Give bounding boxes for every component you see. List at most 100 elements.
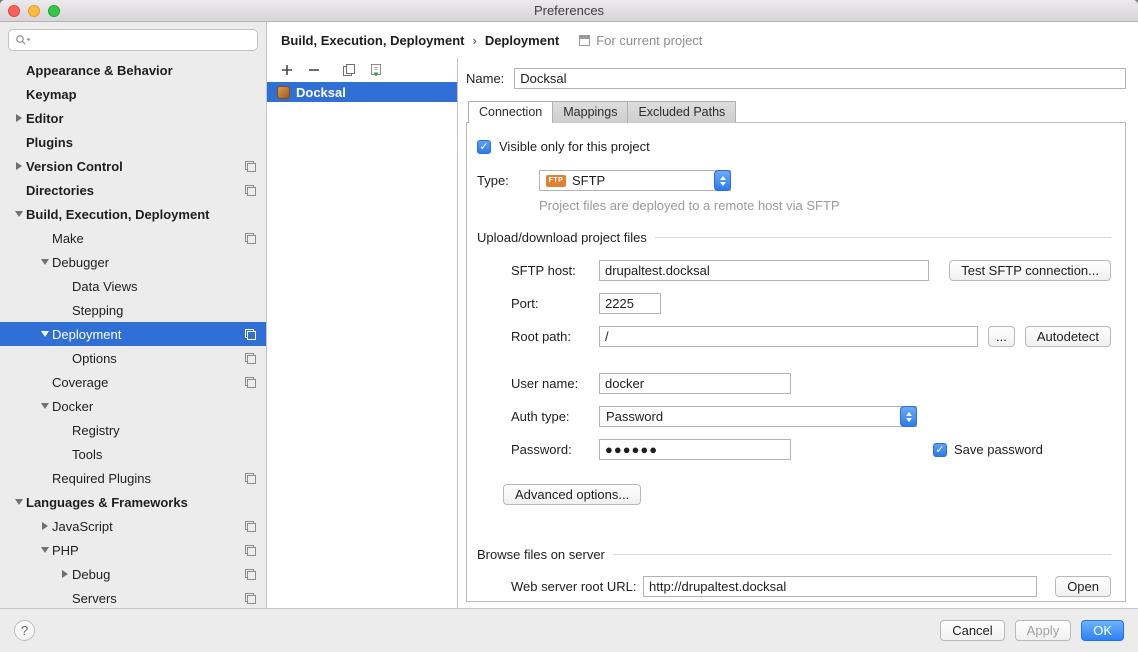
sync-server-button[interactable] <box>368 62 384 78</box>
help-button[interactable]: ? <box>14 620 35 641</box>
port-label: Port: <box>511 296 589 311</box>
password-label: Password: <box>511 442 589 457</box>
save-password-label[interactable]: Save password <box>954 442 1043 457</box>
sidebar-item-php[interactable]: PHP <box>0 538 266 562</box>
sidebar-item-languages-frameworks[interactable]: Languages & Frameworks <box>0 490 266 514</box>
sidebar-item-directories[interactable]: Directories <box>0 178 266 202</box>
type-label: Type: <box>477 173 529 188</box>
close-window-button[interactable] <box>8 5 20 17</box>
window-title: Preferences <box>534 3 604 18</box>
sftp-host-field[interactable] <box>599 260 929 281</box>
zoom-window-button[interactable] <box>48 5 60 17</box>
sidebar-item-version-control[interactable]: Version Control <box>0 154 266 178</box>
breadcrumb-separator: › <box>472 33 476 48</box>
type-select-value: SFTP <box>572 173 708 188</box>
sidebar-item-debug[interactable]: Debug <box>0 562 266 586</box>
upload-section-title: Upload/download project files <box>477 230 647 245</box>
server-list: Docksal <box>267 82 457 608</box>
sidebar-item-deployment[interactable]: Deployment <box>0 322 266 346</box>
chevron-down-icon[interactable] <box>38 547 52 553</box>
chevron-right-icon[interactable] <box>58 570 72 578</box>
sidebar-item-plugins[interactable]: Plugins <box>0 130 266 154</box>
server-name: Docksal <box>296 85 346 100</box>
sidebar-item-keymap[interactable]: Keymap <box>0 82 266 106</box>
tab-mappings[interactable]: Mappings <box>552 101 628 123</box>
docksal-icon <box>277 86 290 99</box>
web-server-root-field[interactable] <box>643 576 1037 597</box>
shared-settings-icon <box>245 521 256 532</box>
visible-project-label[interactable]: Visible only for this project <box>499 139 650 154</box>
chevron-right-icon[interactable] <box>12 162 26 170</box>
chevron-down-icon[interactable] <box>38 403 52 409</box>
cancel-button[interactable]: Cancel <box>940 620 1004 641</box>
test-sftp-connection-button[interactable]: Test SFTP connection... <box>949 260 1111 281</box>
minus-icon <box>307 63 321 77</box>
sidebar-item-stepping[interactable]: Stepping <box>0 298 266 322</box>
chevron-down-icon[interactable] <box>12 211 26 217</box>
password-field[interactable] <box>599 439 791 460</box>
tab-connection[interactable]: Connection <box>468 101 553 123</box>
save-password-checkbox[interactable]: ✓ <box>933 443 947 457</box>
add-server-button[interactable] <box>279 62 295 78</box>
tab-bar: Connection Mappings Excluded Paths <box>468 101 1126 123</box>
sidebar-item-registry[interactable]: Registry <box>0 418 266 442</box>
sidebar-item-build-execution-deployment[interactable]: Build, Execution, Deployment <box>0 202 266 226</box>
shared-settings-icon <box>245 593 256 604</box>
tab-excluded-paths[interactable]: Excluded Paths <box>627 101 736 123</box>
sidebar-item-data-views[interactable]: Data Views <box>0 274 266 298</box>
copy-server-button[interactable] <box>341 62 357 78</box>
name-field[interactable] <box>514 68 1126 89</box>
shared-settings-icon <box>245 329 256 340</box>
breadcrumb: Build, Execution, Deployment › Deploymen… <box>281 33 559 48</box>
chevron-right-icon[interactable] <box>12 114 26 122</box>
minimize-window-button[interactable] <box>28 5 40 17</box>
sidebar-item-docker[interactable]: Docker <box>0 394 266 418</box>
remove-server-button[interactable] <box>306 62 322 78</box>
settings-search-input[interactable] <box>35 33 251 48</box>
browse-root-path-button[interactable]: ... <box>988 326 1015 347</box>
server-list-panel: Docksal <box>267 58 458 608</box>
user-name-field[interactable] <box>599 373 791 394</box>
breadcrumb-page: Deployment <box>485 33 559 48</box>
sidebar-item-coverage[interactable]: Coverage <box>0 370 266 394</box>
settings-search-box[interactable] <box>8 29 258 51</box>
root-path-field[interactable] <box>599 326 978 347</box>
autodetect-button[interactable]: Autodetect <box>1025 326 1111 347</box>
apply-button[interactable]: Apply <box>1015 620 1072 641</box>
sidebar-item-appearance-behavior[interactable]: Appearance & Behavior <box>0 58 266 82</box>
sidebar-item-required-plugins[interactable]: Required Plugins <box>0 466 266 490</box>
sidebar-item-editor[interactable]: Editor <box>0 106 266 130</box>
sidebar-item-options[interactable]: Options <box>0 346 266 370</box>
section-divider <box>613 554 1111 555</box>
auth-type-label: Auth type: <box>511 409 589 424</box>
chevron-down-icon[interactable] <box>38 259 52 265</box>
sidebar-item-tools[interactable]: Tools <box>0 442 266 466</box>
dropdown-stepper-icon <box>900 406 917 427</box>
server-list-toolbar <box>267 58 457 82</box>
browse-section-header: Browse files on server <box>477 547 1111 562</box>
sidebar-item-debugger[interactable]: Debugger <box>0 250 266 274</box>
sidebar-item-make[interactable]: Make <box>0 226 266 250</box>
advanced-options-button[interactable]: Advanced options... <box>503 484 641 505</box>
auth-type-select[interactable]: Password <box>599 406 917 427</box>
chevron-down-icon[interactable] <box>12 499 26 505</box>
open-button[interactable]: Open <box>1055 576 1111 597</box>
server-list-item-docksal[interactable]: Docksal <box>267 82 457 102</box>
chevron-down-icon[interactable] <box>38 331 52 337</box>
chevron-right-icon[interactable] <box>38 522 52 530</box>
sidebar-item-javascript[interactable]: JavaScript <box>0 514 266 538</box>
type-select[interactable]: FTP SFTP <box>539 170 731 191</box>
shared-settings-icon <box>245 377 256 388</box>
settings-tree: Appearance & Behavior Keymap Editor Plug… <box>0 56 266 608</box>
sidebar-item-servers[interactable]: Servers <box>0 586 266 608</box>
upload-section-header: Upload/download project files <box>477 230 1111 245</box>
footer-bar: ? Cancel Apply OK <box>0 608 1138 652</box>
connection-tab-panel: ✓ Visible only for this project Type: FT… <box>466 122 1126 602</box>
titlebar: Preferences <box>0 0 1138 22</box>
user-name-label: User name: <box>511 376 589 391</box>
visible-project-checkbox[interactable]: ✓ <box>477 140 491 154</box>
ok-button[interactable]: OK <box>1081 620 1124 641</box>
web-root-label: Web server root URL: <box>511 579 633 594</box>
port-field[interactable] <box>599 293 661 314</box>
browse-section-title: Browse files on server <box>477 547 605 562</box>
